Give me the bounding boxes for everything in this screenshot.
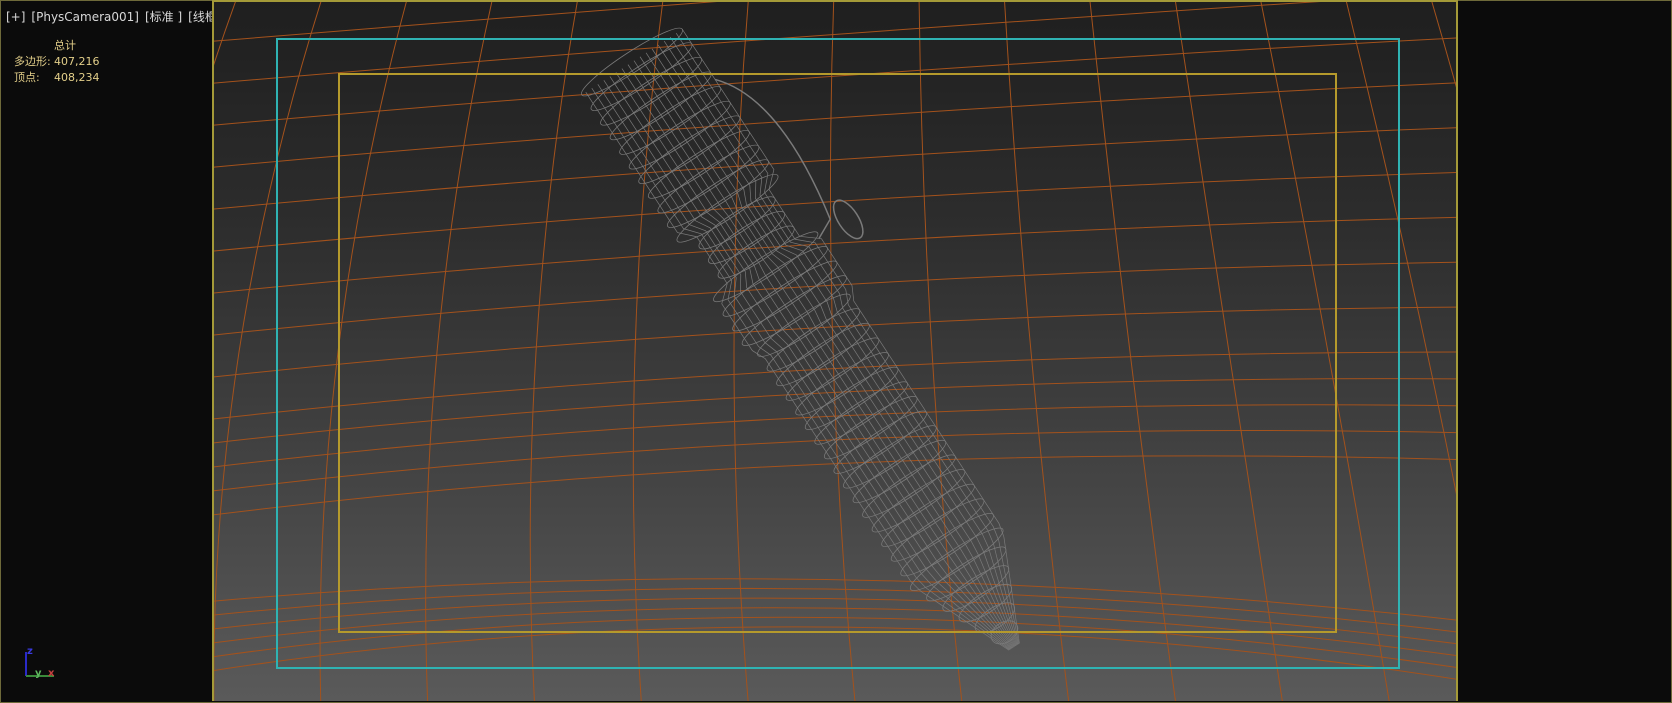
grid-line	[733, 2, 749, 701]
wire-edge	[621, 68, 1014, 648]
wire-edge	[627, 64, 1014, 648]
camera-viewport[interactable]	[212, 0, 1458, 701]
wire-edge	[639, 56, 1016, 647]
vertices-value: 408,234	[54, 71, 100, 84]
grid-line	[214, 597, 1456, 645]
ground-grid	[214, 2, 1456, 701]
grid-line	[214, 455, 1456, 516]
x-axis-label: x	[48, 668, 55, 679]
wire-ring	[942, 565, 1010, 612]
wire-ring	[657, 144, 760, 214]
grid-line	[529, 2, 578, 701]
grid-line	[1175, 2, 1283, 701]
grid-line	[1260, 2, 1390, 701]
wire-edge	[633, 60, 1015, 648]
wire-edge	[681, 29, 1020, 644]
grid-line	[1089, 2, 1176, 701]
axis-gizmo: z y x	[24, 646, 64, 686]
grid-line	[214, 82, 1456, 168]
wire-edge	[585, 91, 1010, 651]
viewport-shading[interactable]: [标准 ]	[145, 10, 182, 24]
polygons-value: 407,216	[54, 55, 100, 68]
grid-line	[214, 616, 1456, 668]
grid-line	[632, 2, 664, 701]
grid-line	[214, 2, 236, 66]
y-axis-label: y	[35, 668, 42, 679]
grid-line	[214, 261, 1456, 336]
wireframe-scene	[214, 2, 1456, 701]
vertices-label: 顶点:	[14, 71, 40, 84]
safe-frame-inner	[338, 73, 1337, 633]
grid-line	[918, 2, 963, 701]
grid-line	[214, 578, 1456, 621]
wire-ring	[890, 498, 985, 562]
grid-line	[214, 216, 1456, 294]
wire-ring	[926, 546, 1007, 602]
wire-ring	[900, 513, 994, 577]
grid-line	[1345, 2, 1456, 495]
grid-line	[214, 37, 1456, 126]
grid-line	[829, 2, 856, 701]
wire-ring	[909, 527, 1004, 591]
grid-line	[214, 172, 1456, 252]
z-axis-label: z	[27, 646, 33, 657]
grid-line	[214, 429, 1456, 492]
wire-knob	[832, 199, 864, 240]
grid-line	[1431, 2, 1456, 88]
viewport-menu[interactable]: [+]	[6, 10, 25, 24]
grid-line	[214, 351, 1456, 420]
wire-edge	[651, 48, 1017, 646]
viewport-camera[interactable]: [PhysCamera001]	[31, 10, 139, 24]
grid-line	[214, 2, 1321, 84]
grid-line	[214, 306, 1456, 378]
grid-line	[214, 127, 1456, 210]
scene-stats: 总计 多边形: 407,216 顶点: 408,234	[14, 38, 100, 86]
grid-line	[319, 2, 407, 701]
viewport-label[interactable]: [+] [PhysCamera001] [标准 ] [线框 ]	[6, 8, 231, 25]
stats-header: 总计	[54, 39, 76, 52]
polygons-label: 多边形:	[14, 55, 51, 68]
wire-edge	[675, 32, 1020, 644]
